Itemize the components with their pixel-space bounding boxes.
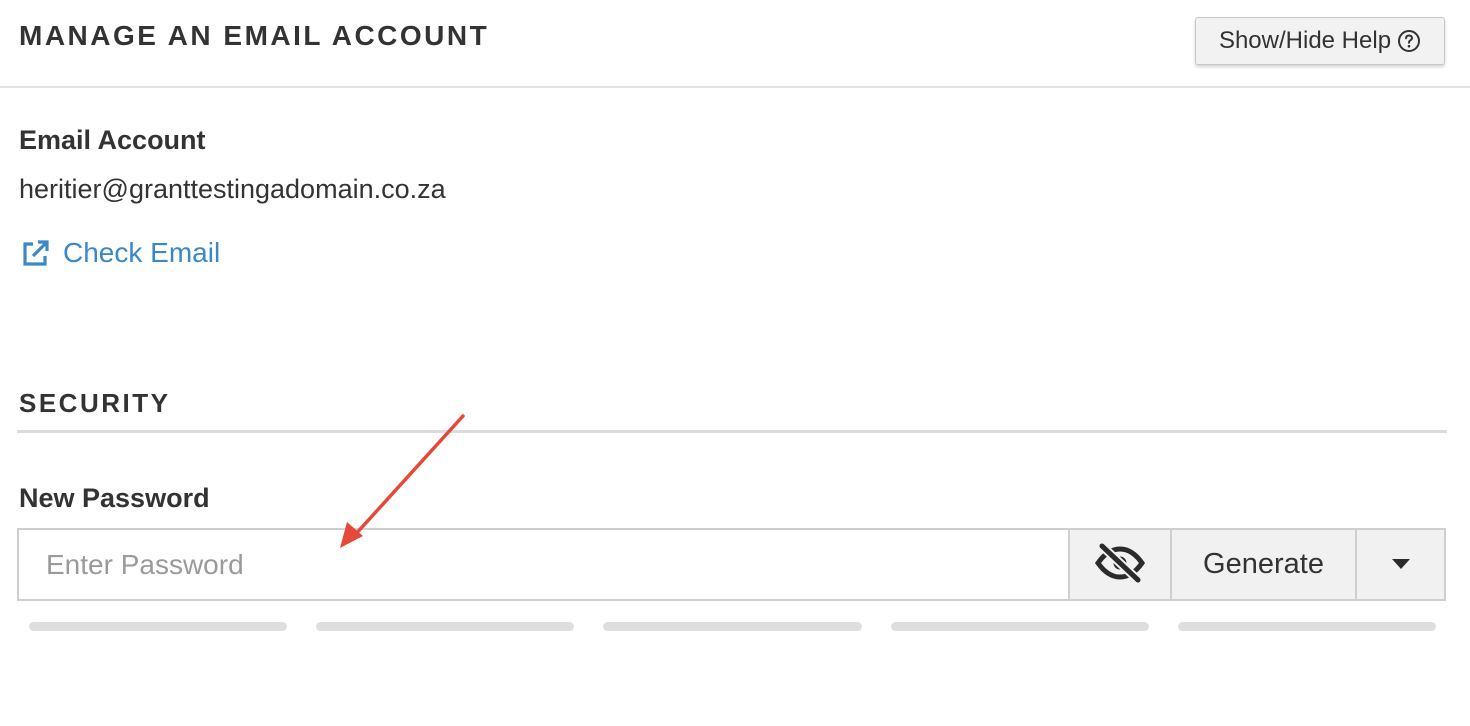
show-hide-help-button[interactable]: Show/Hide Help	[1195, 17, 1445, 65]
header-divider	[0, 86, 1470, 88]
help-button-label: Show/Hide Help	[1218, 27, 1392, 54]
strength-segment	[316, 622, 575, 631]
toggle-password-visibility-button[interactable]	[1068, 530, 1170, 599]
new-password-label: New Password	[19, 483, 210, 513]
check-email-link[interactable]: Check Email	[19, 236, 220, 270]
security-divider	[17, 430, 1447, 433]
question-circle-icon	[1397, 29, 1421, 53]
generate-options-dropdown-button[interactable]	[1355, 530, 1444, 599]
password-strength-meter	[29, 622, 1437, 631]
page-title: MANAGE AN EMAIL ACCOUNT	[19, 20, 490, 51]
email-address-value: heritier@granttestingadomain.co.za	[19, 174, 446, 204]
external-link-icon	[19, 236, 53, 270]
strength-segment	[1177, 622, 1437, 631]
strength-segment	[29, 622, 288, 631]
eye-slash-icon	[1094, 542, 1146, 586]
security-section-title: SECURITY	[19, 388, 171, 418]
manage-email-account-page: MANAGE AN EMAIL ACCOUNT Show/Hide Help E…	[0, 0, 1470, 726]
check-email-label: Check Email	[63, 237, 221, 268]
caret-down-icon	[1391, 557, 1410, 572]
strength-segment	[603, 622, 862, 631]
strength-segment	[890, 622, 1149, 631]
password-input-group: Generate	[17, 528, 1446, 601]
email-account-label: Email Account	[19, 125, 206, 155]
new-password-input[interactable]	[19, 530, 1068, 599]
red-arrow-annotation	[340, 414, 465, 548]
generate-password-button[interactable]: Generate	[1170, 530, 1355, 599]
